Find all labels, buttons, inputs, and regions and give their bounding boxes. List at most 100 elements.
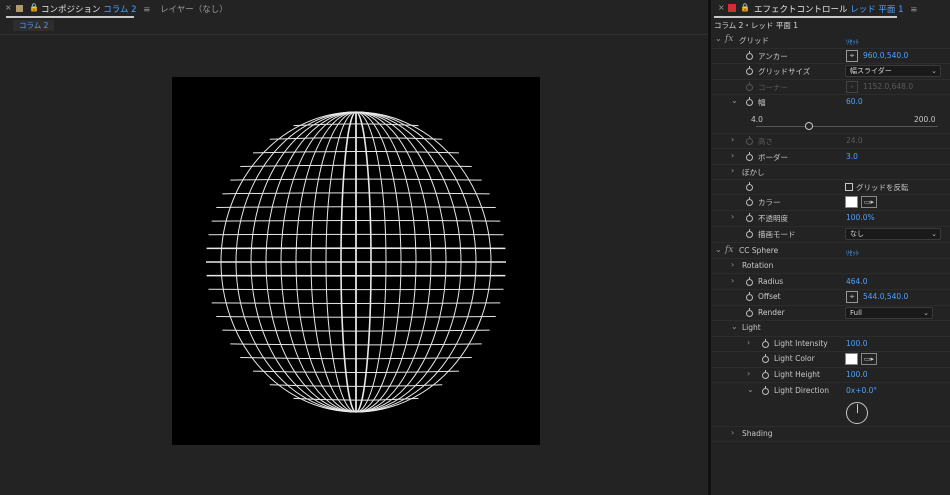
crosshair-icon[interactable]: ⌖ (846, 50, 858, 62)
param-value: 1152.0,648.0 (863, 82, 914, 91)
stopwatch-icon[interactable] (762, 339, 769, 348)
param-value[interactable]: 960.0,540.0 (863, 51, 908, 60)
panel-menu-icon[interactable]: ≡ (910, 5, 917, 15)
param-label: カラー (758, 198, 781, 207)
angle-dial[interactable] (846, 402, 868, 424)
effect-controls-panel: × 🔒 エフェクトコントロール レッド 平面 1 ≡ コラム 2・レッド 平面 … (711, 0, 950, 495)
checkbox-label[interactable]: グリッドを反転 (856, 182, 909, 193)
chevron-right-icon[interactable]: › (731, 428, 734, 437)
color-swatch[interactable] (845, 196, 858, 208)
param-value[interactable]: 544.0,540.0 (863, 292, 908, 301)
composition-viewer[interactable] (172, 77, 540, 445)
param-value[interactable]: 3.0 (846, 152, 858, 161)
reset-link[interactable]: ﾘｾｯﾄ (846, 247, 859, 257)
invert-grid-checkbox[interactable] (845, 183, 853, 191)
width-slider-track[interactable] (756, 126, 938, 127)
layer-color-swatch (728, 4, 736, 12)
stopwatch-icon[interactable] (746, 229, 753, 238)
param-label: ぼかし (742, 168, 765, 177)
reset-link[interactable]: ﾘｾｯﾄ (846, 36, 859, 46)
param-label: Render (758, 308, 785, 317)
chevron-right-icon[interactable]: › (747, 338, 750, 347)
param-label: Light (742, 323, 761, 332)
grid-size-select[interactable]: 幅スライダー ⌄ (845, 65, 941, 77)
lock-icon[interactable]: 🔒 (740, 3, 750, 12)
stopwatch-icon[interactable] (746, 152, 753, 161)
close-tab-icon[interactable]: × (5, 3, 12, 12)
crosshair-icon: ⌖ (846, 81, 858, 93)
close-tab-icon[interactable]: × (718, 3, 725, 12)
param-label: 不透明度 (758, 214, 788, 223)
chevron-down-icon[interactable]: ⌄ (731, 96, 738, 105)
stopwatch-icon (746, 136, 753, 145)
effect-cc-sphere[interactable]: ⌄ fx CC Sphere ﾘｾｯﾄ (711, 244, 950, 259)
stopwatch-icon[interactable] (746, 97, 753, 106)
param-light-intensity: › Light Intensity 100.0 (711, 337, 950, 352)
stopwatch-icon[interactable] (746, 277, 753, 286)
stopwatch-icon[interactable] (762, 370, 769, 379)
layer-tab[interactable]: レイヤー（なし） (160, 3, 228, 15)
stopwatch-icon (746, 82, 753, 91)
chevron-right-icon[interactable]: › (731, 212, 734, 221)
panel-menu-icon[interactable]: ≡ (143, 5, 150, 15)
blend-mode-select[interactable]: なし ⌄ (845, 228, 941, 240)
grid-sphere-render (205, 111, 506, 413)
stopwatch-icon[interactable] (746, 292, 753, 301)
stopwatch-icon[interactable] (746, 51, 753, 60)
stopwatch-icon[interactable] (746, 308, 753, 317)
param-value[interactable]: 100.0 (846, 339, 867, 348)
width-slider-handle[interactable] (804, 122, 813, 130)
effect-controls-tab[interactable]: エフェクトコントロール レッド 平面 1 ≡ (754, 3, 917, 15)
effect-grid[interactable]: ⌄ fx グリッド ﾘｾｯﾄ (711, 33, 950, 48)
effect-controls-tabbar: × 🔒 エフェクトコントロール レッド 平面 1 ≡ (711, 0, 950, 18)
chevron-right-icon[interactable]: › (747, 369, 750, 378)
composition-tab-name: コラム 2 (103, 5, 137, 15)
param-value[interactable]: 464.0 (846, 277, 867, 286)
composition-panel: × 🔒 コンポジション コラム 2 ≡ レイヤー（なし） コラム 2 (0, 0, 708, 495)
chevron-right-icon[interactable]: › (731, 260, 734, 269)
crosshair-icon[interactable]: ⌖ (846, 291, 858, 303)
param-label: Shading (742, 429, 773, 438)
param-value[interactable]: 100.0% (846, 213, 875, 222)
chevron-right-icon[interactable]: › (731, 276, 734, 285)
chevron-down-icon[interactable]: ⌄ (715, 245, 722, 254)
param-label: Light Intensity (774, 339, 828, 348)
param-label: 描画モード (758, 230, 796, 239)
chevron-down-icon[interactable]: ⌄ (715, 34, 722, 43)
stopwatch-icon[interactable] (746, 66, 753, 75)
color-swatch[interactable] (845, 353, 858, 365)
param-light-group: ⌄ Light (711, 321, 950, 336)
chevron-down-icon[interactable]: ⌄ (747, 385, 754, 394)
fx-icon[interactable]: fx (725, 34, 733, 44)
param-light-height: › Light Height 100.0 (711, 368, 950, 383)
stopwatch-icon[interactable] (746, 197, 753, 206)
param-value[interactable]: 60.0 (846, 97, 863, 106)
select-value: Full (850, 309, 862, 317)
param-radius: › Radius 464.0 (711, 275, 950, 290)
stopwatch-icon[interactable] (746, 182, 753, 191)
chevron-right-icon[interactable]: › (731, 166, 734, 175)
lock-icon[interactable]: 🔒 (29, 3, 39, 12)
param-shading: › Shading (711, 427, 950, 442)
active-tab-indicator (6, 16, 134, 18)
stopwatch-icon[interactable] (762, 386, 769, 395)
divider (711, 242, 950, 243)
param-border: › ボーダー 3.0 (711, 150, 950, 165)
param-value[interactable]: 0x+0.0° (846, 386, 877, 395)
eyedropper-icon[interactable]: ▭▸ (861, 353, 877, 365)
chevron-down-icon[interactable]: ⌄ (731, 322, 738, 331)
eyedropper-icon[interactable]: ▭▸ (861, 196, 877, 208)
slider-min-label: 4.0 (751, 115, 763, 124)
render-select[interactable]: Full ⌄ (845, 307, 933, 319)
fx-icon[interactable]: fx (725, 245, 733, 255)
composition-tab-prefix: コンポジション (41, 5, 101, 15)
param-label: ボーダー (758, 153, 788, 162)
param-corner: コーナー ⌖ 1152.0,648.0 (711, 80, 950, 95)
stopwatch-icon[interactable] (746, 213, 753, 222)
stopwatch-icon[interactable] (762, 354, 769, 363)
param-value[interactable]: 100.0 (846, 370, 867, 379)
chevron-right-icon[interactable]: › (731, 135, 734, 144)
chevron-right-icon[interactable]: › (731, 151, 734, 160)
composition-subtab[interactable]: コラム 2 (13, 20, 55, 31)
composition-tab[interactable]: コンポジション コラム 2 ≡ (41, 3, 150, 15)
